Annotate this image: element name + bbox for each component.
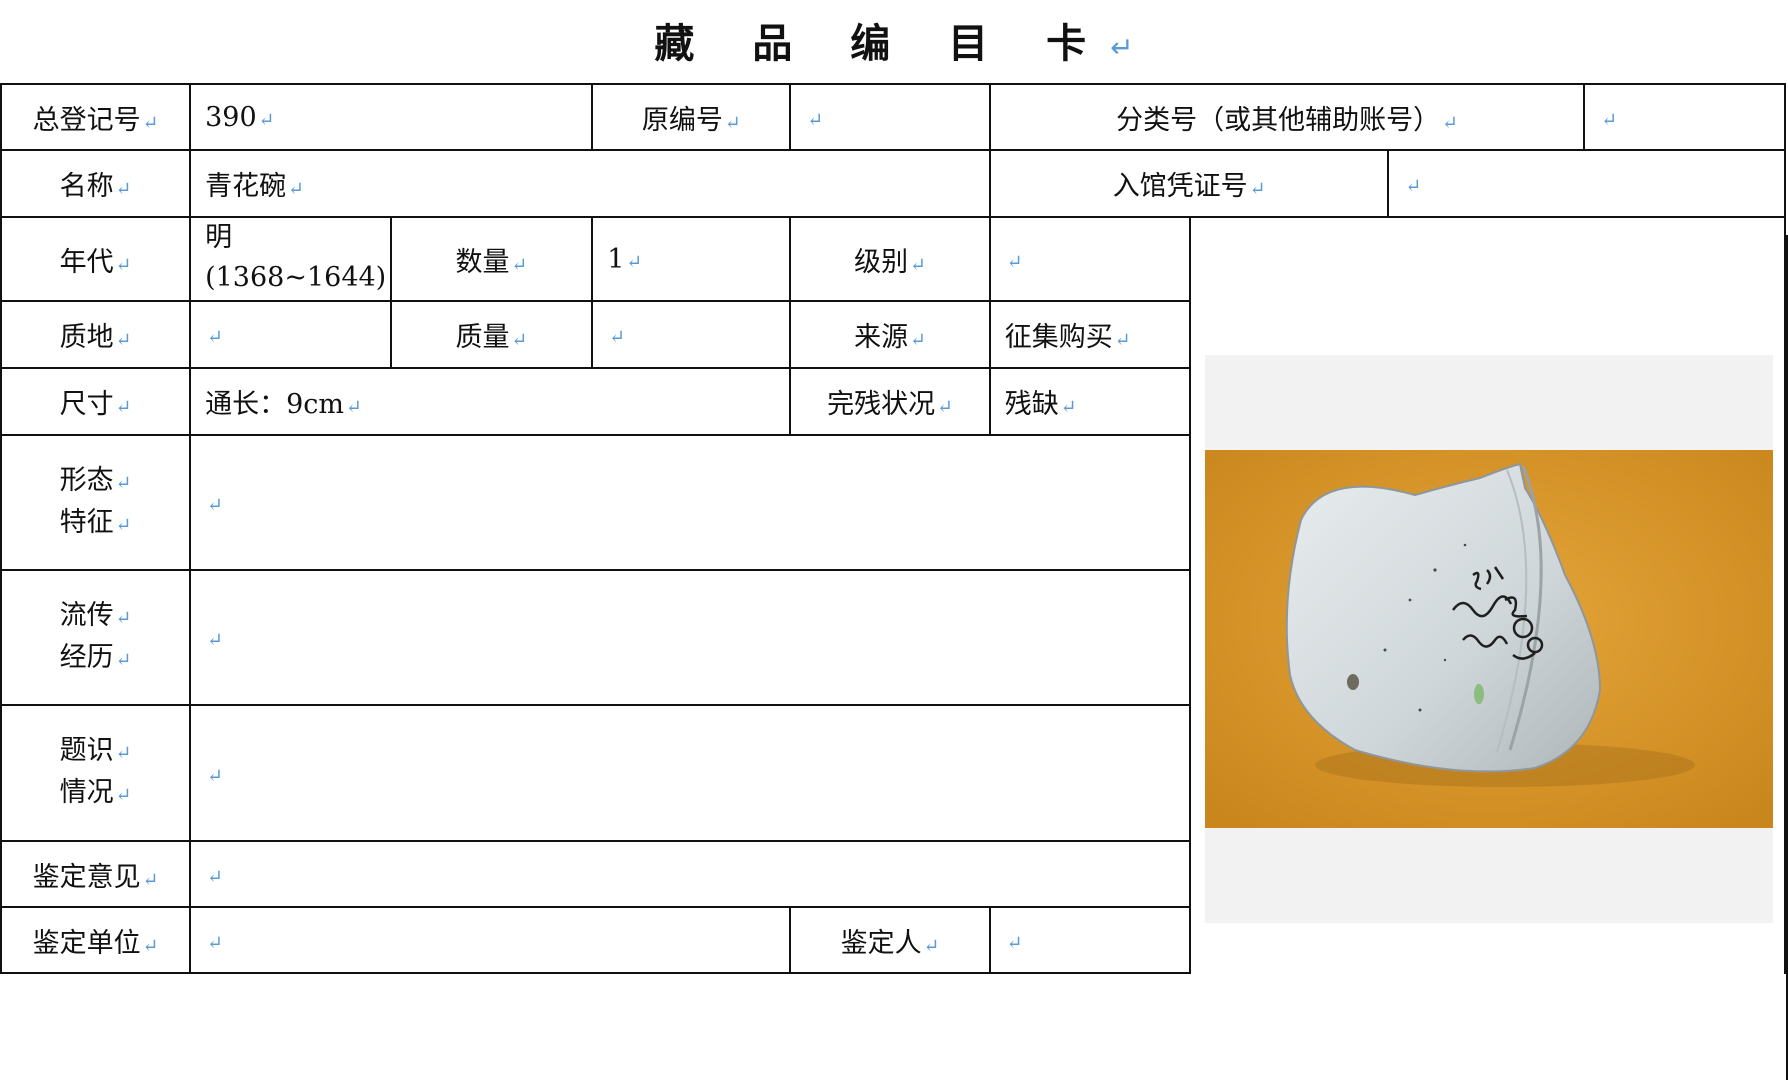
catalog-card-table: 总登记号 ↵ 390 ↵ 原编号 ↵ ↵ 分类号（或其他辅助账号） ↵ ↵ 名称 ↵ 青花… <box>0 83 1786 974</box>
label-texture: 质地 ↵ <box>0 300 192 369</box>
value-appraiser: ↵ <box>988 906 1192 974</box>
label-inscription: 题识 ↵ 情况 ↵ <box>0 704 192 842</box>
value-weight: ↵ <box>591 300 792 369</box>
value-condition: 残缺 ↵ <box>988 367 1192 436</box>
row-name: 名称 ↵ 青花碗 ↵ 入馆凭证号 ↵ ↵ <box>0 149 1786 218</box>
value-grade: ↵ <box>988 216 1192 302</box>
label-condition: 完残状况 ↵ <box>789 367 991 436</box>
label-grade: 级别 ↵ <box>789 216 991 302</box>
page-title: 藏 品 编 目 卡↵ <box>654 21 1134 67</box>
photo-cell: ↵ <box>1189 216 1786 973</box>
value-appraisal-unit: ↵ <box>189 906 792 974</box>
label-appraisal-unit: 鉴定单位 ↵ <box>0 906 192 974</box>
label-appraiser: 鉴定人 ↵ <box>789 906 991 974</box>
value-entry-voucher-no: ↵ <box>1387 149 1786 218</box>
label-provenance: 流传 ↵ 经历 ↵ <box>0 569 192 706</box>
label-quantity: 数量 ↵ <box>389 216 594 302</box>
value-appraisal-opinion: ↵ <box>189 840 1192 908</box>
label-weight: 质量 ↵ <box>389 300 594 369</box>
label-class-no: 分类号（或其他辅助账号） ↵ <box>988 83 1586 151</box>
value-morphology: ↵ <box>189 434 1192 571</box>
artifact-photo <box>1205 450 1774 828</box>
label-era: 年代 ↵ <box>0 216 192 302</box>
row-era: 年代↵ 明(1368~1644)↵ 数量↵ 1↵ 级别↵ ↵ <box>0 216 1786 973</box>
value-texture: ↵ <box>189 300 392 369</box>
value-total-reg-no: 390 ↵ <box>189 83 594 151</box>
label-source: 来源 ↵ <box>789 300 991 369</box>
label-entry-voucher-no: 入馆凭证号 ↵ <box>988 149 1390 218</box>
label-size: 尺寸 ↵ <box>0 367 192 436</box>
label-name: 名称 ↵ <box>0 149 192 218</box>
value-provenance: ↵ <box>189 569 1192 706</box>
value-source: 征集购买 ↵ <box>988 300 1192 369</box>
value-inscription: ↵ <box>189 704 1192 842</box>
label-total-reg-no: 总登记号 ↵ <box>0 83 192 151</box>
value-quantity: 1 ↵ <box>591 216 792 302</box>
label-original-no: 原编号 ↵ <box>591 83 792 151</box>
label-appraisal-opinion: 鉴定意见 ↵ <box>0 840 192 908</box>
photo-frame: ↵ <box>1205 355 1774 923</box>
row-registration: 总登记号 ↵ 390 ↵ 原编号 ↵ ↵ 分类号（或其他辅助账号） ↵ ↵ <box>0 83 1786 151</box>
value-class-no: ↵ <box>1583 83 1786 151</box>
value-name: 青花碗 ↵ <box>189 149 991 218</box>
value-original-no: ↵ <box>789 83 991 151</box>
value-era: 明(1368~1644)↵ <box>189 216 392 302</box>
label-morphology: 形态 ↵ 特征 ↵ <box>0 434 192 571</box>
value-size: 通长：9cm ↵ <box>189 367 792 436</box>
